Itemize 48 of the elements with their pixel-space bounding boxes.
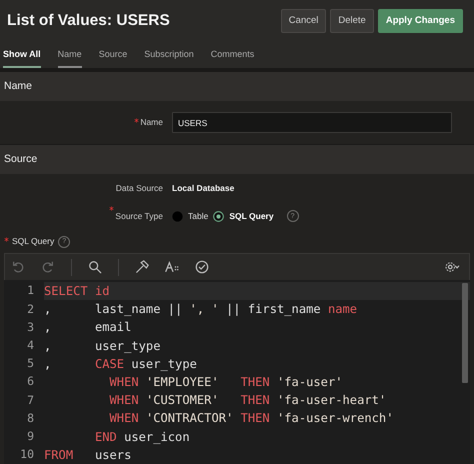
field-label: Source Type <box>115 210 163 222</box>
name-field[interactable]: USERS <box>172 112 452 133</box>
field-label: Data Source <box>116 182 163 194</box>
radio-option[interactable]: SQL Query <box>213 210 274 222</box>
code-editor[interactable] <box>4 280 470 464</box>
line-number: 7 <box>26 392 35 409</box>
tab[interactable]: Subscription <box>144 49 194 68</box>
radio-icon[interactable] <box>213 210 224 222</box>
undo-icon[interactable] <box>11 260 25 274</box>
code-line: FROM users <box>44 446 132 464</box>
field-label: SQL Query <box>12 235 54 248</box>
apply-button[interactable]: Apply Changes <box>378 9 463 33</box>
radio-icon[interactable] <box>172 210 183 222</box>
action-button[interactable]: Delete <box>330 9 374 33</box>
code-line: WHEN 'EMPLOYEE' THEN 'fa-user' <box>108 374 344 391</box>
line-number: 3 <box>26 318 35 336</box>
tab[interactable]: Name <box>58 49 82 68</box>
hammer-icon[interactable] <box>135 260 149 274</box>
line-number: 1 <box>26 282 35 300</box>
code-line: END user_icon <box>94 428 191 446</box>
tab[interactable]: Comments <box>210 49 254 68</box>
redo-icon[interactable] <box>41 260 55 274</box>
line-number: 5 <box>26 355 35 372</box>
section-header: Source <box>0 145 474 174</box>
tab[interactable]: Show All <box>3 49 41 68</box>
line-number: 10 <box>19 446 35 464</box>
field-label: Name <box>140 116 163 129</box>
scrollbar-thumb[interactable] <box>462 283 468 383</box>
tab[interactable]: Source <box>98 49 128 68</box>
page-title: List of Values: USERS <box>7 11 170 32</box>
line-number: 4 <box>26 337 35 354</box>
code-line: , CASE user_type <box>44 356 198 373</box>
code-line: , last_name || ', ' || first_name name <box>44 301 358 318</box>
line-number: 8 <box>26 410 35 427</box>
format-icon[interactable] <box>165 260 179 274</box>
line-number: 9 <box>26 428 35 445</box>
code-line: , user_type <box>44 338 162 355</box>
section-header: Name <box>0 72 474 101</box>
action-button[interactable]: Cancel <box>280 9 326 33</box>
code-line: WHEN 'CUSTOMER' THEN 'fa-user-heart' <box>108 392 388 410</box>
check-circle-icon[interactable] <box>195 260 209 274</box>
radio-option[interactable]: Table <box>172 210 208 222</box>
search-icon[interactable] <box>88 260 102 274</box>
code-line: , email <box>44 319 132 336</box>
line-number: 6 <box>26 373 35 390</box>
field-value: Local Database <box>172 182 234 194</box>
code-line: WHEN 'CONTRACTOR' THEN 'fa-user-wrench' <box>108 410 394 428</box>
line-number: 2 <box>26 300 35 318</box>
